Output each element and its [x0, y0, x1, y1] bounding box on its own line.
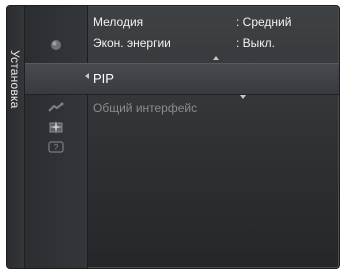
support-icon[interactable]: ? — [25, 137, 87, 159]
application-icon[interactable] — [25, 117, 87, 139]
menu-panel: Установка ? Мелодия: Средний Экон. энер… — [6, 5, 340, 269]
category-title-strip: Установка — [7, 6, 25, 268]
tv-menu-screen: Установка ? Мелодия: Средний Экон. энер… — [0, 0, 345, 271]
category-icon-column: ? — [25, 6, 88, 268]
menu-item-energy-saving[interactable]: Экон. энергии : Выкл. — [93, 33, 339, 53]
input-icon[interactable] — [25, 97, 87, 119]
menu-item-common-interface[interactable]: Общий интерфейс — [93, 98, 339, 118]
menu-item-value: : Средний — [236, 15, 292, 29]
menu-item-value: : Выкл. — [236, 36, 276, 50]
category-title: Установка — [8, 50, 22, 109]
menu-item-pip[interactable]: PIP — [93, 68, 339, 88]
picture-icon[interactable] — [25, 34, 87, 56]
menu-item-label: Мелодия — [93, 15, 144, 29]
left-arrow-icon — [85, 73, 89, 79]
menu-item-label: Общий интерфейс — [93, 101, 198, 115]
setup-menu-list: Мелодия : Средний Экон. энергии : Выкл. … — [93, 6, 339, 268]
menu-item-label: Экон. энергии — [93, 36, 171, 50]
menu-item-melody[interactable]: Мелодия : Средний — [93, 12, 339, 32]
svg-text:?: ? — [54, 143, 59, 152]
menu-item-label: PIP — [93, 70, 114, 86]
